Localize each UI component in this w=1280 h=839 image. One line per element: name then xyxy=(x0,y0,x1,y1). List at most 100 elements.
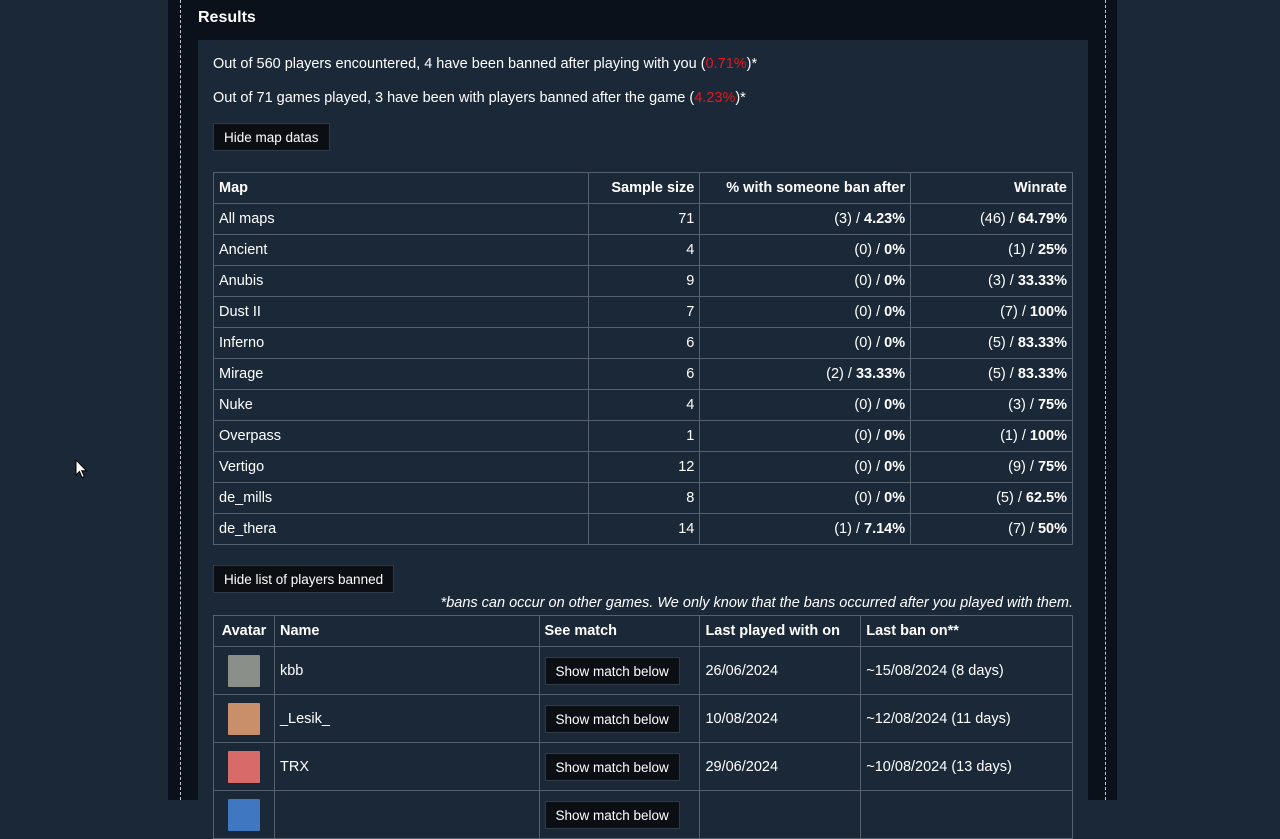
winrate: (5) / 83.33% xyxy=(910,358,1073,390)
sample-size: 8 xyxy=(588,482,701,514)
map-row: Inferno 6 (0) / 0% (5) / 83.33% xyxy=(212,327,1073,359)
ban-count: (0) / xyxy=(854,490,885,506)
ban-count: (2) / xyxy=(826,366,856,382)
ban-count: (0) / xyxy=(854,304,885,320)
win-percent: 64.79% xyxy=(1017,211,1067,227)
see-match-cell: Show match below xyxy=(538,742,701,791)
win-percent: 100% xyxy=(1029,428,1067,444)
ban-after: (1) / 7.14% xyxy=(699,513,912,545)
map-row: All maps 71 (3) / 4.23% (46) / 64.79% xyxy=(212,203,1073,235)
header-name: Name xyxy=(273,615,540,647)
sample-size: 4 xyxy=(588,234,701,266)
map-name: Anubis xyxy=(212,265,590,297)
ban-after: (0) / 0% xyxy=(699,296,912,328)
show-match-button[interactable]: Show match below xyxy=(544,704,680,733)
map-name: Vertigo xyxy=(212,451,590,483)
ban-after: (0) / 0% xyxy=(699,389,912,421)
map-name: Mirage xyxy=(212,358,590,390)
avatar-cell xyxy=(213,694,275,743)
win-count: (1) / xyxy=(1000,428,1030,444)
stat1-suffix: )* xyxy=(746,56,758,72)
win-count: (7) / xyxy=(1000,304,1030,320)
win-percent: 100% xyxy=(1029,304,1067,320)
header-ban-after: % with someone ban after xyxy=(699,172,912,204)
header-map: Map xyxy=(212,172,590,204)
map-data-table: Map Sample size % with someone ban after… xyxy=(212,172,1073,545)
hide-players-banned-button[interactable]: Hide list of players banned xyxy=(213,565,395,593)
winrate: (1) / 25% xyxy=(910,234,1073,266)
header-last-ban: Last ban on** xyxy=(860,615,1073,647)
win-count: (1) / xyxy=(1008,242,1038,258)
stat2-text: Out of 71 games played, 3 have been with… xyxy=(213,90,695,106)
avatar[interactable] xyxy=(227,654,260,687)
ban-count: (0) / xyxy=(854,459,885,475)
sample-size: 14 xyxy=(588,513,701,545)
ban-percent: 4.23% xyxy=(864,211,906,227)
player-name: TRX xyxy=(273,742,540,791)
ban-count: (0) / xyxy=(854,397,885,413)
stat1-text: Out of 560 players encountered, 4 have b… xyxy=(213,56,706,72)
avatar[interactable] xyxy=(227,798,260,831)
win-percent: 33.33% xyxy=(1017,273,1067,289)
last-played: 10/08/2024 xyxy=(699,694,862,743)
win-count: (5) / xyxy=(996,490,1026,506)
winrate: (46) / 64.79% xyxy=(910,203,1073,235)
stat1-percent: 0.71% xyxy=(705,56,747,72)
ban-count: (0) / xyxy=(854,273,885,289)
ban-count: (3) / xyxy=(834,211,865,227)
win-percent: 83.33% xyxy=(1017,366,1067,382)
players-table-header: Avatar Name See match Last played with o… xyxy=(213,615,1073,647)
map-row: Anubis 9 (0) / 0% (3) / 33.33% xyxy=(212,265,1073,297)
sample-size: 4 xyxy=(588,389,701,421)
ban-after: (0) / 0% xyxy=(699,327,912,359)
map-row: Overpass 1 (0) / 0% (1) / 100% xyxy=(212,420,1073,452)
map-name: Inferno xyxy=(212,327,590,359)
ban-after: (0) / 0% xyxy=(699,265,912,297)
map-row: Vertigo 12 (0) / 0% (9) / 75% xyxy=(212,451,1073,483)
dashed-border-left xyxy=(180,0,181,800)
map-row: de_mills 8 (0) / 0% (5) / 62.5% xyxy=(212,482,1073,514)
see-match-cell: Show match below xyxy=(538,694,701,743)
sample-size: 6 xyxy=(588,327,701,359)
players-banned-stat: Out of 560 players encountered, 4 have b… xyxy=(213,56,757,72)
ban-percent: 0% xyxy=(884,242,906,258)
show-match-button[interactable]: Show match below xyxy=(544,752,680,781)
avatar-cell xyxy=(213,742,275,791)
stat2-suffix: )* xyxy=(735,90,746,106)
header-last-played: Last played with on xyxy=(699,615,862,647)
map-row: Mirage 6 (2) / 33.33% (5) / 83.33% xyxy=(212,358,1073,390)
header-sample-size: Sample size xyxy=(588,172,701,204)
win-percent: 75% xyxy=(1037,397,1067,413)
win-count: (3) / xyxy=(1008,397,1038,413)
map-table-header: Map Sample size % with someone ban after… xyxy=(212,172,1073,204)
map-name: Dust II xyxy=(212,296,590,328)
win-percent: 83.33% xyxy=(1017,335,1067,351)
win-count: (5) / xyxy=(988,335,1018,351)
player-name: kbb xyxy=(273,646,540,695)
header-winrate: Winrate xyxy=(910,172,1073,204)
map-row: Nuke 4 (0) / 0% (3) / 75% xyxy=(212,389,1073,421)
avatar-cell xyxy=(213,646,275,695)
win-percent: 50% xyxy=(1037,521,1067,537)
avatar-cell xyxy=(213,790,275,839)
winrate: (5) / 62.5% xyxy=(910,482,1073,514)
ban-after: (0) / 0% xyxy=(699,420,912,452)
win-percent: 25% xyxy=(1037,242,1067,258)
map-name: Nuke xyxy=(212,389,590,421)
avatar[interactable] xyxy=(227,702,260,735)
show-match-button[interactable]: Show match below xyxy=(544,656,680,685)
ban-percent: 7.14% xyxy=(864,521,906,537)
player-name: _Lesik_ xyxy=(273,694,540,743)
hide-map-datas-button[interactable]: Hide map datas xyxy=(213,123,330,151)
win-percent: 62.5% xyxy=(1025,490,1067,506)
show-match-button[interactable]: Show match below xyxy=(544,800,680,829)
see-match-cell: Show match below xyxy=(538,790,701,839)
map-name: All maps xyxy=(212,203,590,235)
winrate: (7) / 50% xyxy=(910,513,1073,545)
ban-percent: 0% xyxy=(884,397,906,413)
avatar[interactable] xyxy=(227,750,260,783)
ban-count: (0) / xyxy=(854,242,885,258)
map-name: de_thera xyxy=(212,513,590,545)
see-match-cell: Show match below xyxy=(538,646,701,695)
dashed-border-right xyxy=(1105,0,1106,800)
